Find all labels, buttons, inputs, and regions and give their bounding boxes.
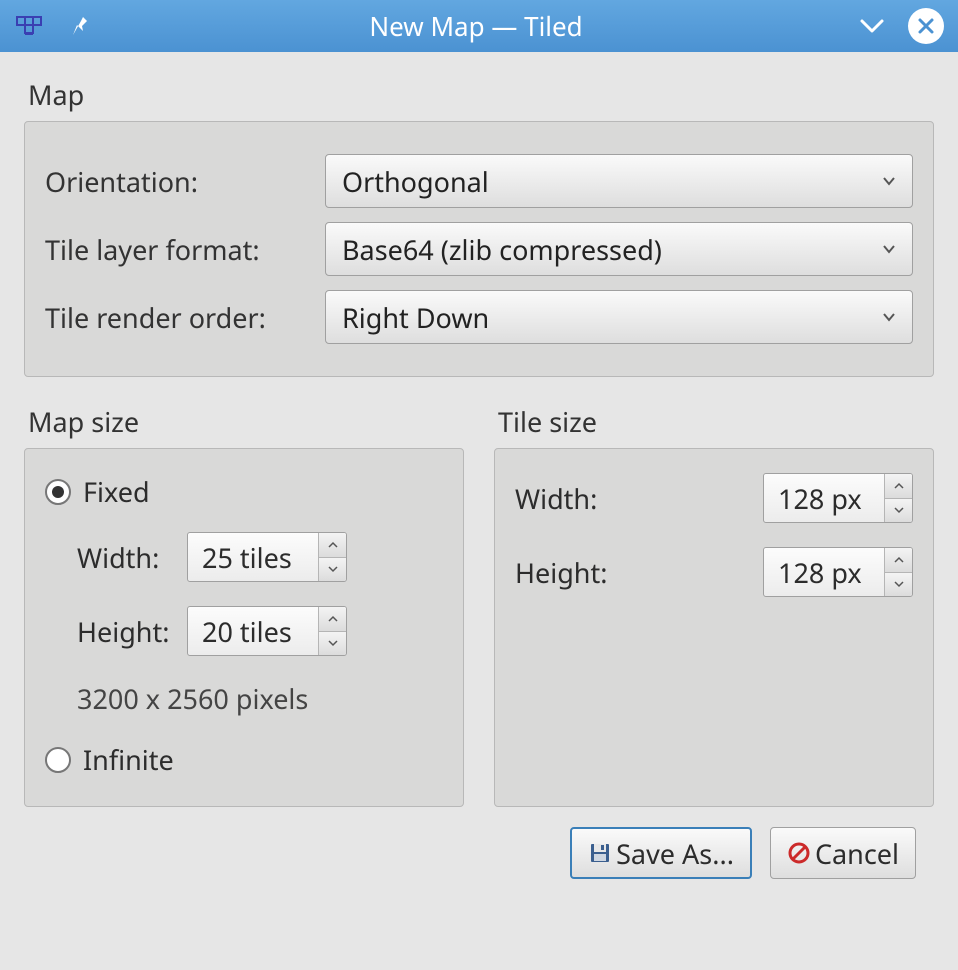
fixed-radio-row[interactable]: Fixed (45, 473, 443, 510)
tile-render-order-value: Right Down (342, 299, 489, 336)
titlebar: New Map — Tiled (0, 0, 958, 52)
map-width-step-down[interactable] (319, 558, 346, 582)
tile-width-label: Width: (515, 480, 635, 517)
save-as-button[interactable]: Save As... (570, 827, 752, 879)
save-icon (588, 841, 612, 865)
tile-render-order-label: Tile render order: (45, 299, 325, 336)
tile-height-step-down[interactable] (885, 573, 912, 597)
infinite-radio-row[interactable]: Infinite (45, 741, 443, 778)
tile-width-step-up[interactable] (885, 474, 912, 499)
dialog-body: Map Orientation: Orthogonal Tile layer f… (0, 52, 958, 903)
cancel-label: Cancel (815, 835, 899, 872)
tile-height-label: Height: (515, 554, 635, 591)
map-height-step-down[interactable] (319, 632, 346, 656)
map-height-step-up[interactable] (319, 607, 346, 632)
infinite-radio-label: Infinite (83, 741, 174, 778)
save-as-label: Save As... (616, 835, 734, 872)
caret-down-icon (882, 244, 896, 254)
map-groupbox: Orientation: Orthogonal Tile layer forma… (24, 121, 934, 377)
pixels-info: 3200 x 2560 pixels (77, 680, 443, 717)
close-button[interactable] (908, 8, 944, 44)
map-height-label: Height: (77, 613, 187, 650)
map-height-spinbox[interactable]: 20 tiles (187, 606, 347, 656)
map-section-label: Map (28, 76, 934, 113)
map-width-label: Width: (77, 539, 187, 576)
orientation-value: Orthogonal (342, 163, 489, 200)
tile-width-value: 128 px (764, 474, 884, 522)
orientation-label: Orientation: (45, 163, 325, 200)
tile-width-spinbox[interactable]: 128 px (763, 473, 913, 523)
caret-down-icon (882, 176, 896, 186)
tile-height-step-up[interactable] (885, 548, 912, 573)
caret-down-icon (882, 312, 896, 322)
window-title: New Map — Tiled (94, 8, 858, 44)
fixed-radio[interactable] (45, 479, 71, 505)
chevron-down-icon[interactable] (858, 17, 886, 35)
cancel-icon (787, 841, 811, 865)
tile-layer-format-value: Base64 (zlib compressed) (342, 231, 662, 268)
fixed-radio-label: Fixed (83, 473, 150, 510)
orientation-combo[interactable]: Orthogonal (325, 154, 913, 208)
tile-render-order-combo[interactable]: Right Down (325, 290, 913, 344)
tile-size-groupbox: Width: 128 px Height: 128 px (494, 448, 934, 807)
tile-size-section-label: Tile size (498, 403, 934, 440)
tile-layer-format-label: Tile layer format: (45, 231, 325, 268)
tile-layer-format-combo[interactable]: Base64 (zlib compressed) (325, 222, 913, 276)
map-size-groupbox: Fixed Width: 25 tiles (24, 448, 464, 807)
pin-icon[interactable] (70, 14, 94, 38)
infinite-radio[interactable] (45, 747, 71, 773)
map-height-value: 20 tiles (188, 607, 318, 655)
map-size-section-label: Map size (28, 403, 464, 440)
map-width-spinbox[interactable]: 25 tiles (187, 532, 347, 582)
tile-width-step-down[interactable] (885, 499, 912, 523)
tile-height-spinbox[interactable]: 128 px (763, 547, 913, 597)
map-width-value: 25 tiles (188, 533, 318, 581)
map-width-step-up[interactable] (319, 533, 346, 558)
tile-height-value: 128 px (764, 548, 884, 596)
cancel-button[interactable]: Cancel (770, 827, 916, 879)
app-icon (14, 14, 44, 38)
